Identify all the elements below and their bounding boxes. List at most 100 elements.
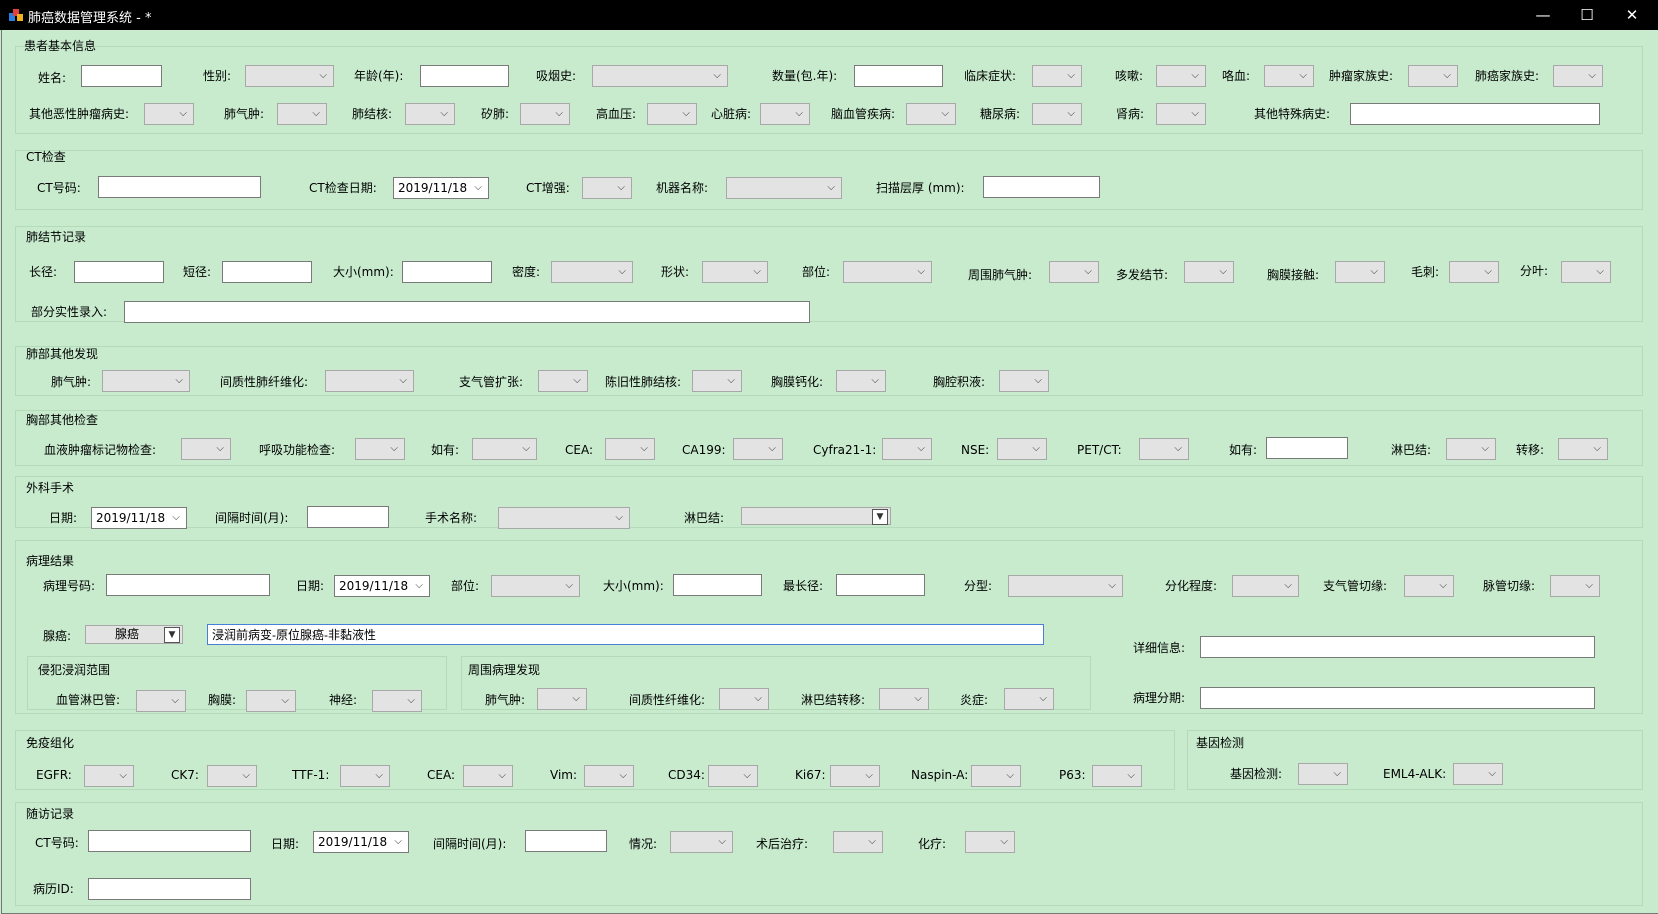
- ca199-select[interactable]: ⌵: [733, 438, 783, 460]
- type-select[interactable]: ⌵: [1008, 575, 1123, 597]
- shape-select[interactable]: ⌵: [702, 261, 768, 283]
- path-size-input[interactable]: [673, 574, 762, 596]
- detail-input[interactable]: [1200, 636, 1595, 658]
- close-button[interactable]: ✕: [1609, 0, 1655, 30]
- if-any-select[interactable]: ⌵: [472, 438, 537, 460]
- ct-enhance-select[interactable]: ⌵: [582, 177, 632, 199]
- resp-func-select[interactable]: ⌵: [355, 438, 405, 460]
- heart-select[interactable]: ⌵: [760, 103, 810, 125]
- age-input[interactable]: [420, 65, 509, 87]
- peri-emphysema-select[interactable]: ⌵: [1049, 261, 1099, 283]
- minimize-button[interactable]: —: [1520, 0, 1566, 30]
- short-d-input[interactable]: [222, 261, 312, 283]
- hypertension-select[interactable]: ⌵: [647, 103, 697, 125]
- adeno-type-select[interactable]: 腺癌 ▼: [85, 625, 183, 644]
- path-no-input[interactable]: [106, 574, 270, 596]
- name-input[interactable]: [81, 65, 162, 87]
- inflammation-select[interactable]: ⌵: [1004, 688, 1054, 710]
- ct-date-picker[interactable]: 2019/11/18 ⌵: [393, 177, 489, 199]
- ck7-select[interactable]: ⌵: [207, 765, 257, 787]
- nse-select[interactable]: ⌵: [997, 438, 1047, 460]
- tumor-family-select[interactable]: ⌵: [1408, 65, 1458, 87]
- silicosis-select[interactable]: ⌵: [520, 103, 570, 125]
- other-malignant-select[interactable]: ⌵: [144, 103, 194, 125]
- lung-cancer-family-select[interactable]: ⌵: [1553, 65, 1603, 87]
- hemoptysis-select[interactable]: ⌵: [1264, 65, 1314, 87]
- location-select[interactable]: ⌵: [843, 261, 932, 283]
- ttf1-select[interactable]: ⌵: [340, 765, 390, 787]
- vascular-margin-select[interactable]: ⌵: [1550, 575, 1600, 597]
- sex-select[interactable]: ⌵: [245, 65, 334, 87]
- post-treat-select[interactable]: ⌵: [833, 831, 883, 853]
- vim-select[interactable]: ⌵: [584, 765, 634, 787]
- symptom-select[interactable]: ⌵: [1032, 65, 1082, 87]
- kidney-select[interactable]: ⌵: [1156, 103, 1206, 125]
- f-ct-input[interactable]: [88, 830, 251, 852]
- effusion-select[interactable]: ⌵: [999, 370, 1049, 392]
- maximize-button[interactable]: ☐: [1564, 0, 1610, 30]
- s-lymph-select[interactable]: ▼: [741, 507, 891, 525]
- chemo-select[interactable]: ⌵: [965, 831, 1015, 853]
- stage-input[interactable]: [1200, 687, 1595, 709]
- size-input[interactable]: [402, 261, 492, 283]
- cerebro-select[interactable]: ⌵: [906, 103, 956, 125]
- other-special-input[interactable]: [1350, 103, 1600, 125]
- density-select[interactable]: ⌵: [551, 261, 633, 283]
- spiculation-select[interactable]: ⌵: [1449, 261, 1499, 283]
- amount-input[interactable]: [854, 65, 943, 87]
- ild-select[interactable]: ⌵: [325, 370, 414, 392]
- egfr-select[interactable]: ⌵: [84, 765, 134, 787]
- emphysema-select[interactable]: ⌵: [277, 103, 327, 125]
- path-location-select[interactable]: ⌵: [491, 575, 580, 597]
- interval-input[interactable]: [307, 506, 389, 528]
- nerve-select[interactable]: ⌵: [372, 690, 422, 712]
- cd34-select[interactable]: ⌵: [708, 765, 758, 787]
- title-bar[interactable]: 肺癌数据管理系统 - * — ☐ ✕: [0, 0, 1658, 30]
- blood-marker-select[interactable]: ⌵: [181, 438, 231, 460]
- tb-select[interactable]: ⌵: [405, 103, 455, 125]
- i-cea-select[interactable]: ⌵: [463, 765, 513, 787]
- pp-emphysema-select[interactable]: ⌵: [537, 688, 587, 710]
- pleural-calc-select[interactable]: ⌵: [836, 370, 886, 392]
- cea-select[interactable]: ⌵: [605, 438, 655, 460]
- adeno-desc-input[interactable]: [207, 624, 1044, 645]
- max-d-input[interactable]: [836, 574, 925, 596]
- p63-select[interactable]: ⌵: [1092, 765, 1142, 787]
- f-interval-input[interactable]: [525, 830, 607, 852]
- lobulation-select[interactable]: ⌵: [1561, 261, 1611, 283]
- lo-emphysema-select[interactable]: ⌵: [102, 370, 190, 392]
- cough-select[interactable]: ⌵: [1156, 65, 1206, 87]
- petct-select[interactable]: ⌵: [1139, 438, 1189, 460]
- op-name-select[interactable]: ⌵: [498, 507, 630, 529]
- vessel-lymph-select[interactable]: ⌵: [136, 690, 186, 712]
- ln-meta-select[interactable]: ⌵: [879, 688, 929, 710]
- smoking-select[interactable]: ⌵: [592, 65, 728, 87]
- metastasis-select[interactable]: ⌵: [1558, 438, 1608, 460]
- eml4-select[interactable]: ⌵: [1453, 763, 1503, 785]
- f-date-picker[interactable]: 2019/11/18 ⌵: [313, 831, 409, 853]
- ct-no-input[interactable]: [98, 176, 261, 198]
- pleura-select[interactable]: ⌵: [246, 690, 296, 712]
- condition-select[interactable]: ⌵: [670, 831, 733, 853]
- path-date-picker[interactable]: 2019/11/18 ⌵: [334, 575, 430, 597]
- pleura-contact-select[interactable]: ⌵: [1335, 261, 1385, 283]
- long-d-input[interactable]: [74, 261, 164, 283]
- multiple-select[interactable]: ⌵: [1184, 261, 1234, 283]
- pp-ild-select[interactable]: ⌵: [719, 688, 769, 710]
- if-any2-input[interactable]: [1266, 437, 1348, 459]
- gene-test-select[interactable]: ⌵: [1298, 763, 1348, 785]
- ki67-select[interactable]: ⌵: [830, 765, 880, 787]
- slice-input[interactable]: [983, 176, 1100, 198]
- cyfra-select[interactable]: ⌵: [882, 438, 932, 460]
- record-id-input[interactable]: [88, 878, 251, 900]
- diabetes-select[interactable]: ⌵: [1032, 103, 1082, 125]
- partial-solid-input[interactable]: [124, 301, 810, 323]
- diff-select[interactable]: ⌵: [1232, 575, 1299, 597]
- bronchial-margin-select[interactable]: ⌵: [1404, 575, 1454, 597]
- lymph-select[interactable]: ⌵: [1446, 438, 1496, 460]
- machine-select[interactable]: ⌵: [726, 177, 842, 199]
- surgery-date-picker[interactable]: 2019/11/18 ⌵: [91, 507, 187, 529]
- bronchiectasis-select[interactable]: ⌵: [538, 370, 588, 392]
- napsin-select[interactable]: ⌵: [971, 765, 1021, 787]
- old-tb-select[interactable]: ⌵: [692, 370, 742, 392]
